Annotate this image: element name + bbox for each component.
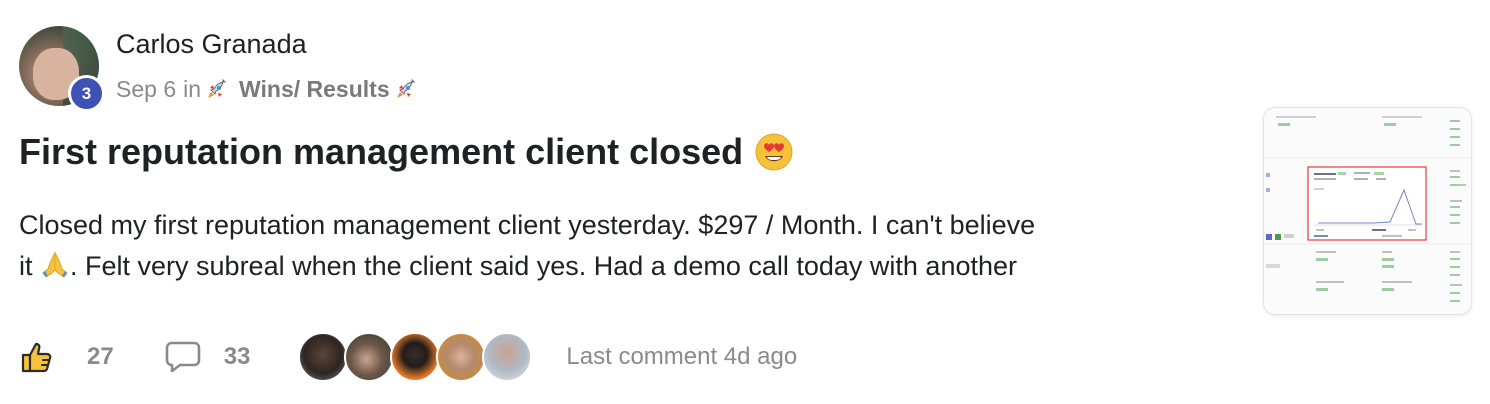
comment-button[interactable]	[164, 340, 202, 374]
comment-icon	[165, 341, 201, 373]
post-in-word: in	[183, 76, 202, 102]
commenter-avatar[interactable]	[436, 332, 487, 382]
dashboard-screenshot-thumbnail	[1264, 108, 1471, 314]
level-badge: 3	[68, 75, 105, 112]
commenter-avatars	[298, 332, 533, 382]
post-meta: Sep 6 in Wins/ Results	[116, 76, 422, 103]
author-name[interactable]: Carlos Granada	[116, 29, 307, 60]
rocket-icon	[208, 78, 227, 98]
like-count: 27	[87, 343, 114, 370]
commenter-avatar[interactable]	[298, 332, 349, 382]
post-body-line-2: it . Felt very subreal when the client s…	[19, 246, 1239, 287]
post-title-text: First reputation management client close…	[19, 131, 744, 172]
post-body-line-2-start: it	[19, 251, 33, 281]
post-body[interactable]: Closed my first reputation management cl…	[19, 205, 1239, 287]
post-title[interactable]: First reputation management client close…	[19, 131, 793, 173]
commenter-avatar[interactable]	[482, 332, 533, 382]
comment-count: 33	[223, 343, 251, 370]
heart-eyes-emoji-icon	[755, 133, 793, 171]
post-footer: 27 33 Last comment 4d ago	[19, 331, 797, 383]
category-link[interactable]: Wins/ Results	[239, 76, 390, 103]
commenter-avatar[interactable]	[344, 332, 395, 382]
rocket-icon	[396, 78, 415, 98]
like-button[interactable]	[19, 339, 55, 375]
post-date: Sep 6	[116, 76, 177, 102]
post-body-line-2-rest: . Felt very subreal when the client said…	[70, 251, 1018, 281]
commenter-avatar[interactable]	[390, 332, 441, 382]
last-comment-timestamp: Last comment 4d ago	[566, 343, 798, 370]
post-card[interactable]: 3 Carlos Granada Sep 6 in Wins/ Results …	[0, 0, 1490, 404]
thumbs-up-icon	[21, 342, 52, 373]
post-thumbnail[interactable]	[1263, 107, 1472, 315]
post-body-line-1: Closed my first reputation management cl…	[19, 210, 1036, 240]
folded-hands-icon	[42, 251, 68, 278]
